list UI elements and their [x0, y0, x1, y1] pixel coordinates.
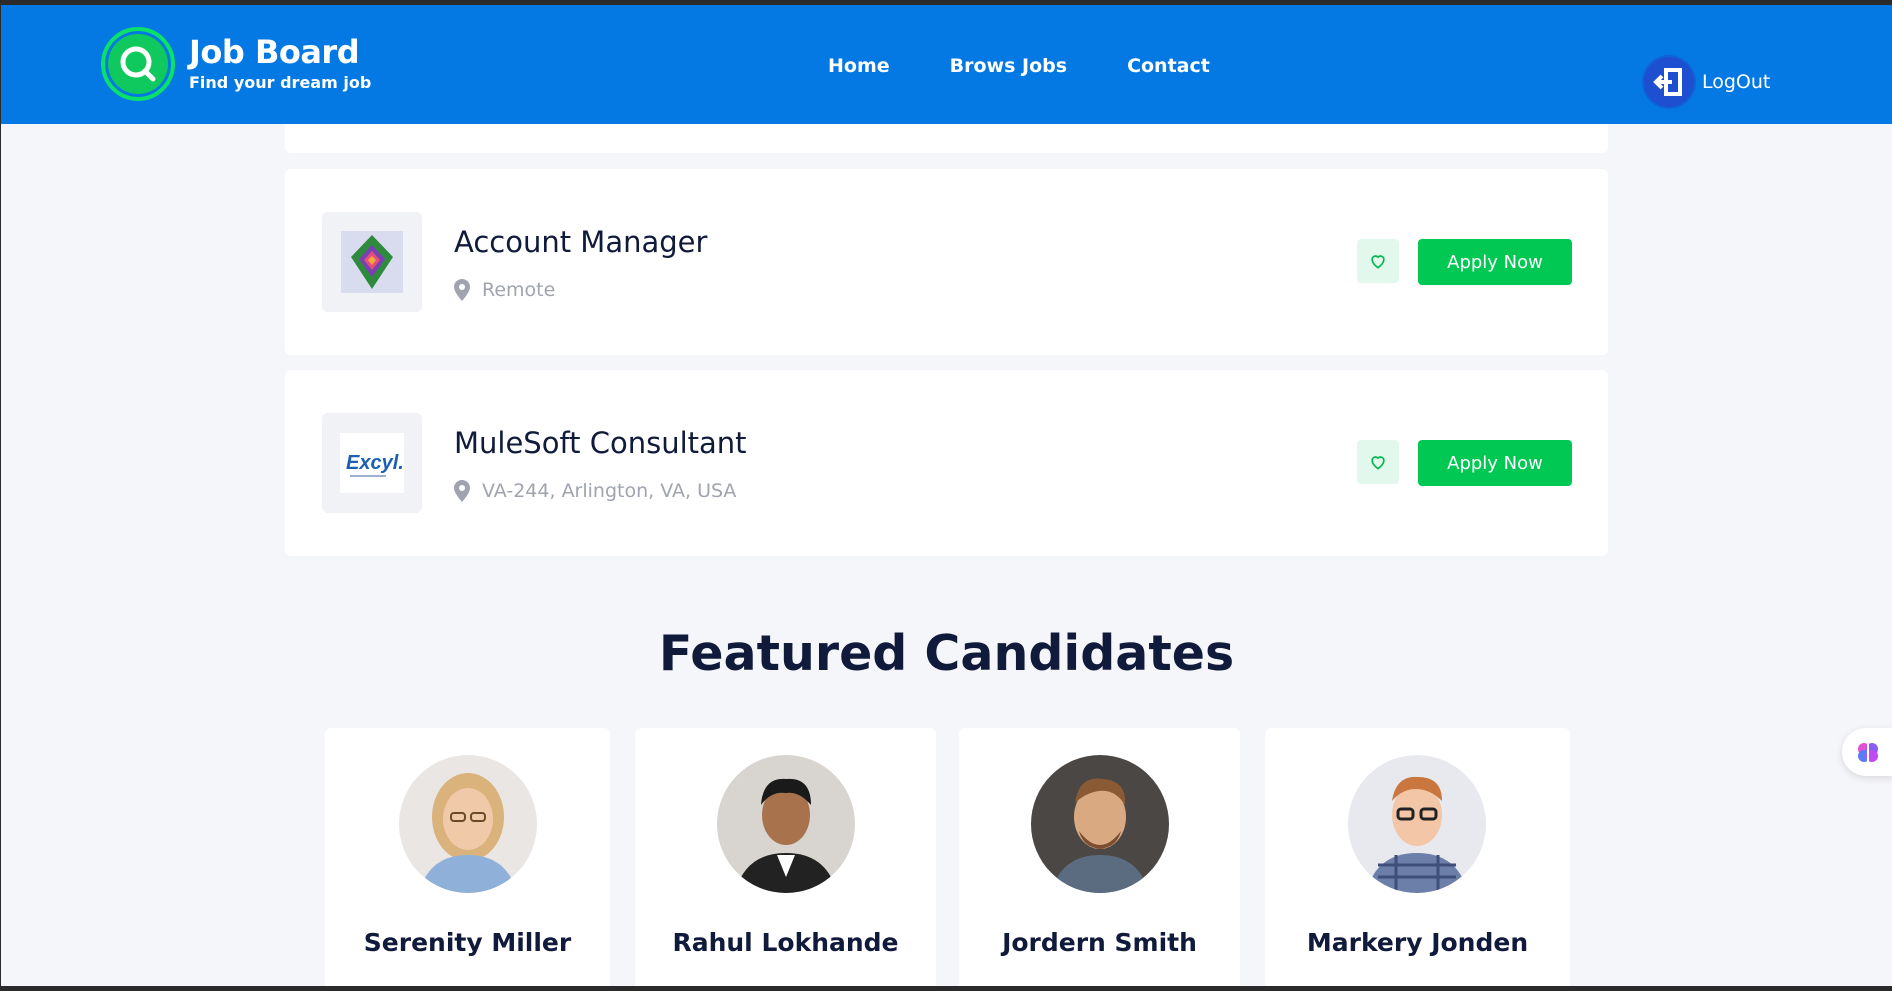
candidate-card[interactable]: Serenity Miller: [325, 728, 610, 986]
candidate-card[interactable]: Rahul Lokhande: [635, 728, 936, 986]
job-location-text: Remote: [482, 279, 556, 301]
brand-title: Job Board: [189, 33, 360, 71]
nav-link-brows-jobs[interactable]: Brows Jobs: [950, 55, 1067, 77]
candidate-name: Jordern Smith: [1002, 928, 1197, 957]
excyl-logo-text: Excyl.: [346, 452, 404, 474]
apply-now-button[interactable]: Apply Now: [1418, 239, 1572, 285]
candidate-avatar: [717, 755, 855, 893]
logout-button[interactable]: LogOut: [1644, 57, 1770, 107]
heart-icon: [1371, 255, 1385, 269]
main-nav: Home Brows Jobs Contact: [828, 55, 1210, 77]
featured-candidates-title: Featured Candidates: [658, 625, 1235, 682]
logout-label: LogOut: [1702, 71, 1771, 93]
nav-link-contact[interactable]: Contact: [1127, 55, 1210, 77]
job-card: Account Manager Remote Apply Now: [285, 169, 1608, 355]
brand-tagline: Find your dream job: [189, 73, 372, 92]
candidate-avatar: [1031, 755, 1169, 893]
candidate-avatar: [399, 755, 537, 893]
brain-icon: [1858, 743, 1878, 762]
candidate-name: Serenity Miller: [363, 928, 572, 957]
candidate-card[interactable]: Jordern Smith: [959, 728, 1240, 986]
brand-logo[interactable]: Job Board Find your dream job: [101, 27, 371, 101]
candidate-name: Rahul Lokhande: [672, 928, 899, 957]
location-pin-icon: [454, 480, 470, 502]
job-location: VA-244, Arlington, VA, USA: [454, 480, 736, 502]
job-title[interactable]: Account Manager: [454, 225, 707, 259]
job-location: Remote: [454, 279, 555, 301]
heart-icon: [1371, 456, 1385, 470]
logout-icon: [1644, 57, 1694, 107]
diamond-logo-icon: [341, 231, 403, 293]
top-navbar: Job Board Find your dream job Home Brows…: [1, 5, 1892, 124]
apply-now-button[interactable]: Apply Now: [1418, 440, 1572, 486]
favorite-button[interactable]: [1357, 239, 1399, 283]
favorite-button[interactable]: [1357, 440, 1399, 484]
candidate-avatar: [1348, 755, 1486, 893]
company-logo: [322, 212, 422, 312]
job-location-text: VA-244, Arlington, VA, USA: [482, 480, 737, 502]
candidate-name: Markery Jonden: [1306, 928, 1529, 957]
nav-link-home[interactable]: Home: [828, 55, 890, 77]
assistant-widget-button[interactable]: [1842, 728, 1892, 776]
location-pin-icon: [454, 279, 470, 301]
company-logo: Excyl.: [322, 413, 422, 513]
job-title[interactable]: MuleSoft Consultant: [454, 426, 747, 460]
search-logo-icon: [101, 27, 175, 101]
candidate-card[interactable]: Markery Jonden: [1265, 728, 1570, 986]
page-viewport: Job Board Find your dream job Home Brows…: [1, 5, 1892, 986]
job-card: Excyl. MuleSoft Consultant VA-244, Arlin…: [285, 370, 1608, 556]
excyl-logo: Excyl.: [340, 433, 404, 493]
